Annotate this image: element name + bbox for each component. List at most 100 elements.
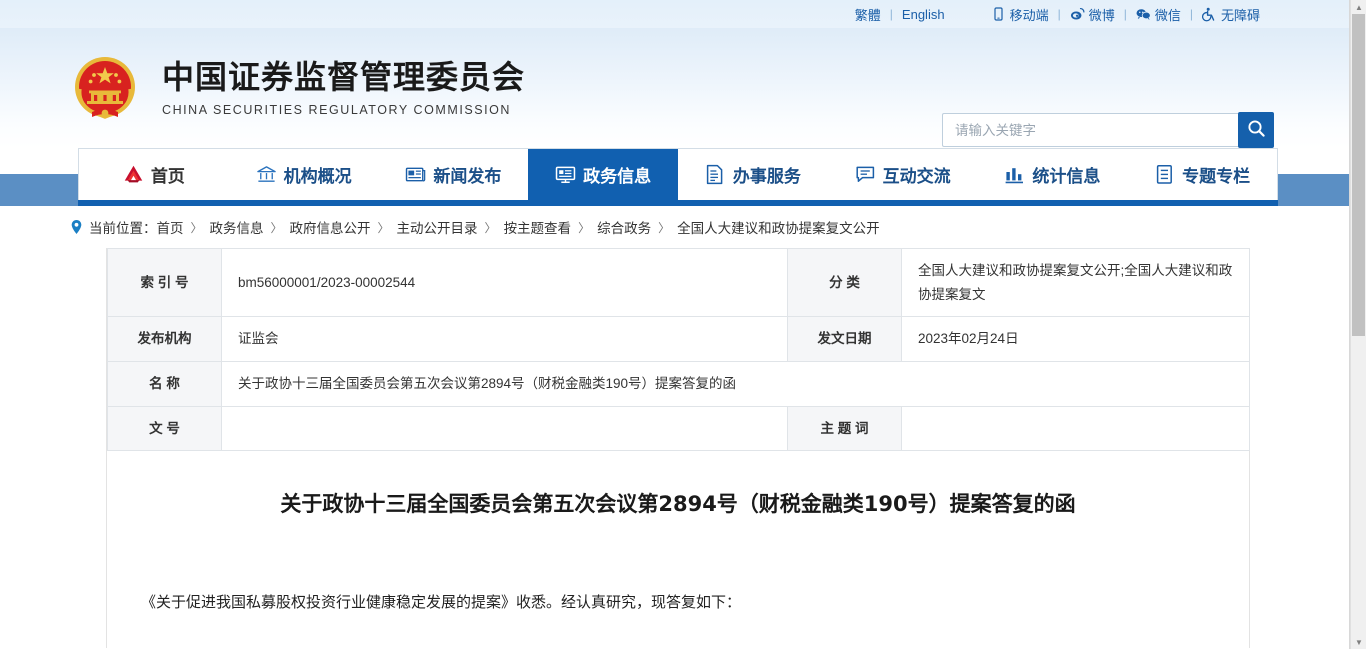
- newspaper-icon: [405, 164, 426, 185]
- table-row: 名 称 关于政协十三届全国委员会第五次会议第2894号（财税金融类190号）提案…: [108, 361, 1250, 406]
- nav-item-services[interactable]: 办事服务: [678, 149, 828, 200]
- top-utility-bar: 繁體 | English 移动端 |: [0, 0, 1350, 28]
- separator: |: [1058, 7, 1061, 21]
- breadcrumb-separator: 〉: [378, 219, 390, 236]
- monitor-icon: [555, 164, 576, 185]
- main-nav: 首页 机构概况: [78, 148, 1278, 200]
- table-row: 索 引 号 bm56000001/2023-00002544 分 类 全国人大建…: [108, 249, 1250, 317]
- meta-value-category: 全国人大建议和政协提案复文公开;全国人大建议和政协提案复文: [902, 249, 1250, 317]
- search-icon: [1247, 119, 1266, 141]
- search-input[interactable]: [942, 113, 1238, 147]
- document-paragraph: 《关于促进我国私募股权投资行业健康稳定发展的提案》收悉。经认真研究，现答复如下：: [141, 587, 1209, 617]
- meta-label-keywords: 主 题 词: [788, 406, 902, 451]
- meta-value-doc-number: [222, 406, 788, 451]
- breadcrumb-separator: 〉: [578, 219, 590, 236]
- breadcrumb-item-3[interactable]: 主动公开目录: [397, 217, 478, 237]
- meta-value-publish-date: 2023年02月24日: [902, 317, 1250, 362]
- breadcrumb-item-6[interactable]: 全国人大建议和政协提案复文公开: [677, 217, 880, 237]
- csrc-logo-icon: [123, 164, 144, 185]
- meta-value-publisher: 证监会: [222, 317, 788, 362]
- page-title: 关于政协十三届全国委员会第五次会议第2894号（财税金融类190号）提案答复的函: [107, 451, 1249, 521]
- content-card: 索 引 号 bm56000001/2023-00002544 分 类 全国人大建…: [106, 248, 1250, 648]
- mobile-link[interactable]: 移动端: [991, 5, 1049, 24]
- site-title-block: 中国证券监督管理委员会 CHINA SECURITIES REGULATORY …: [162, 59, 525, 117]
- document-body: 《关于促进我国私募股权投资行业健康稳定发展的提案》收悉。经认真研究，现答复如下：: [107, 521, 1249, 637]
- national-emblem-icon: [68, 51, 142, 125]
- lang-traditional-link[interactable]: 繁體: [855, 5, 881, 24]
- channel-links-group: 移动端 | 微博 |: [991, 5, 1260, 24]
- search-box: [942, 112, 1274, 148]
- main-nav-wrapper: 首页 机构概况: [0, 148, 1350, 206]
- meta-label-name: 名 称: [108, 361, 222, 406]
- site-title-en: CHINA SECURITIES REGULATORY COMMISSION: [162, 103, 525, 117]
- nav-label-interaction: 互动交流: [883, 162, 951, 187]
- location-pin-icon: [70, 219, 83, 235]
- nav-label-organization: 机构概况: [284, 162, 352, 187]
- site-header: 中国证券监督管理委员会 CHINA SECURITIES REGULATORY …: [0, 28, 1350, 148]
- breadcrumb-separator: 〉: [658, 219, 670, 236]
- page-viewport: 繁體 | English 移动端 |: [0, 0, 1350, 649]
- breadcrumb-item-5[interactable]: 综合政务: [597, 217, 651, 237]
- nav-label-government-info: 政务信息: [583, 162, 651, 187]
- meta-value-keywords: [902, 406, 1250, 451]
- meta-label-publish-date: 发文日期: [788, 317, 902, 362]
- accessibility-label: 无障碍: [1221, 5, 1260, 24]
- meta-label-publisher: 发布机构: [108, 317, 222, 362]
- separator: |: [1124, 7, 1127, 21]
- meta-label-index: 索 引 号: [108, 249, 222, 317]
- meta-value-index: bm56000001/2023-00002544: [222, 249, 788, 317]
- chat-bubble-icon: [855, 164, 876, 185]
- weibo-icon: [1070, 7, 1085, 22]
- wechat-label: 微信: [1155, 5, 1181, 24]
- nav-item-interaction[interactable]: 互动交流: [828, 149, 978, 200]
- lang-traditional-label: 繁體: [855, 5, 881, 24]
- table-row: 文 号 主 题 词: [108, 406, 1250, 451]
- breadcrumb-prefix: 当前位置：: [89, 217, 157, 237]
- separator: |: [890, 7, 893, 21]
- accessibility-link[interactable]: 无障碍: [1202, 5, 1260, 24]
- search-button[interactable]: [1238, 112, 1274, 148]
- nav-label-home: 首页: [151, 162, 185, 187]
- document-metadata-table: 索 引 号 bm56000001/2023-00002544 分 类 全国人大建…: [107, 248, 1250, 451]
- language-switch-group: 繁體 | English: [855, 5, 945, 24]
- nav-item-statistics[interactable]: 统计信息: [978, 149, 1128, 200]
- nav-item-government-info[interactable]: 政务信息: [528, 149, 678, 200]
- breadcrumb-item-4[interactable]: 按主题查看: [504, 217, 572, 237]
- breadcrumb: 当前位置： 首页 〉 政务信息 〉 政府信息公开 〉 主动公开目录 〉 按主题查…: [0, 206, 1350, 248]
- site-logo[interactable]: 中国证券监督管理委员会 CHINA SECURITIES REGULATORY …: [68, 51, 525, 125]
- bank-icon: [256, 164, 277, 185]
- browser-scrollbar[interactable]: ▲ ▼: [1350, 0, 1366, 649]
- bar-chart-icon: [1004, 164, 1025, 185]
- nav-label-topics: 专题专栏: [1182, 162, 1250, 187]
- table-row: 发布机构 证监会 发文日期 2023年02月24日: [108, 317, 1250, 362]
- breadcrumb-separator: 〉: [191, 219, 203, 236]
- weibo-link[interactable]: 微博: [1070, 5, 1115, 24]
- breadcrumb-item-2[interactable]: 政府信息公开: [290, 217, 371, 237]
- wechat-icon: [1136, 7, 1151, 22]
- separator: |: [1190, 7, 1193, 21]
- breadcrumb-item-0[interactable]: 首页: [157, 217, 184, 237]
- nav-label-statistics: 统计信息: [1032, 162, 1100, 187]
- nav-label-services: 办事服务: [733, 162, 801, 187]
- nav-label-news: 新闻发布: [433, 162, 501, 187]
- wechat-link[interactable]: 微信: [1136, 5, 1181, 24]
- document-list-icon: [705, 164, 726, 185]
- nav-item-topics[interactable]: 专题专栏: [1127, 149, 1277, 200]
- breadcrumb-separator: 〉: [485, 219, 497, 236]
- breadcrumb-item-1[interactable]: 政务信息: [210, 217, 264, 237]
- meta-label-doc-number: 文 号: [108, 406, 222, 451]
- lang-english-label: English: [902, 7, 945, 22]
- lang-english-link[interactable]: English: [902, 7, 945, 22]
- weibo-label: 微博: [1089, 5, 1115, 24]
- file-lines-icon: [1154, 164, 1175, 185]
- meta-value-name: 关于政协十三届全国委员会第五次会议第2894号（财税金融类190号）提案答复的函: [222, 361, 1250, 406]
- nav-item-home[interactable]: 首页: [79, 149, 229, 200]
- mobile-label: 移动端: [1010, 5, 1049, 24]
- nav-item-organization[interactable]: 机构概况: [229, 149, 379, 200]
- breadcrumb-separator: 〉: [271, 219, 283, 236]
- accessibility-icon: [1202, 7, 1217, 22]
- scroll-up-arrow-icon[interactable]: ▲: [1351, 0, 1366, 14]
- nav-item-news[interactable]: 新闻发布: [379, 149, 529, 200]
- scroll-down-arrow-icon[interactable]: ▼: [1351, 635, 1366, 649]
- scrollbar-thumb[interactable]: [1352, 14, 1365, 336]
